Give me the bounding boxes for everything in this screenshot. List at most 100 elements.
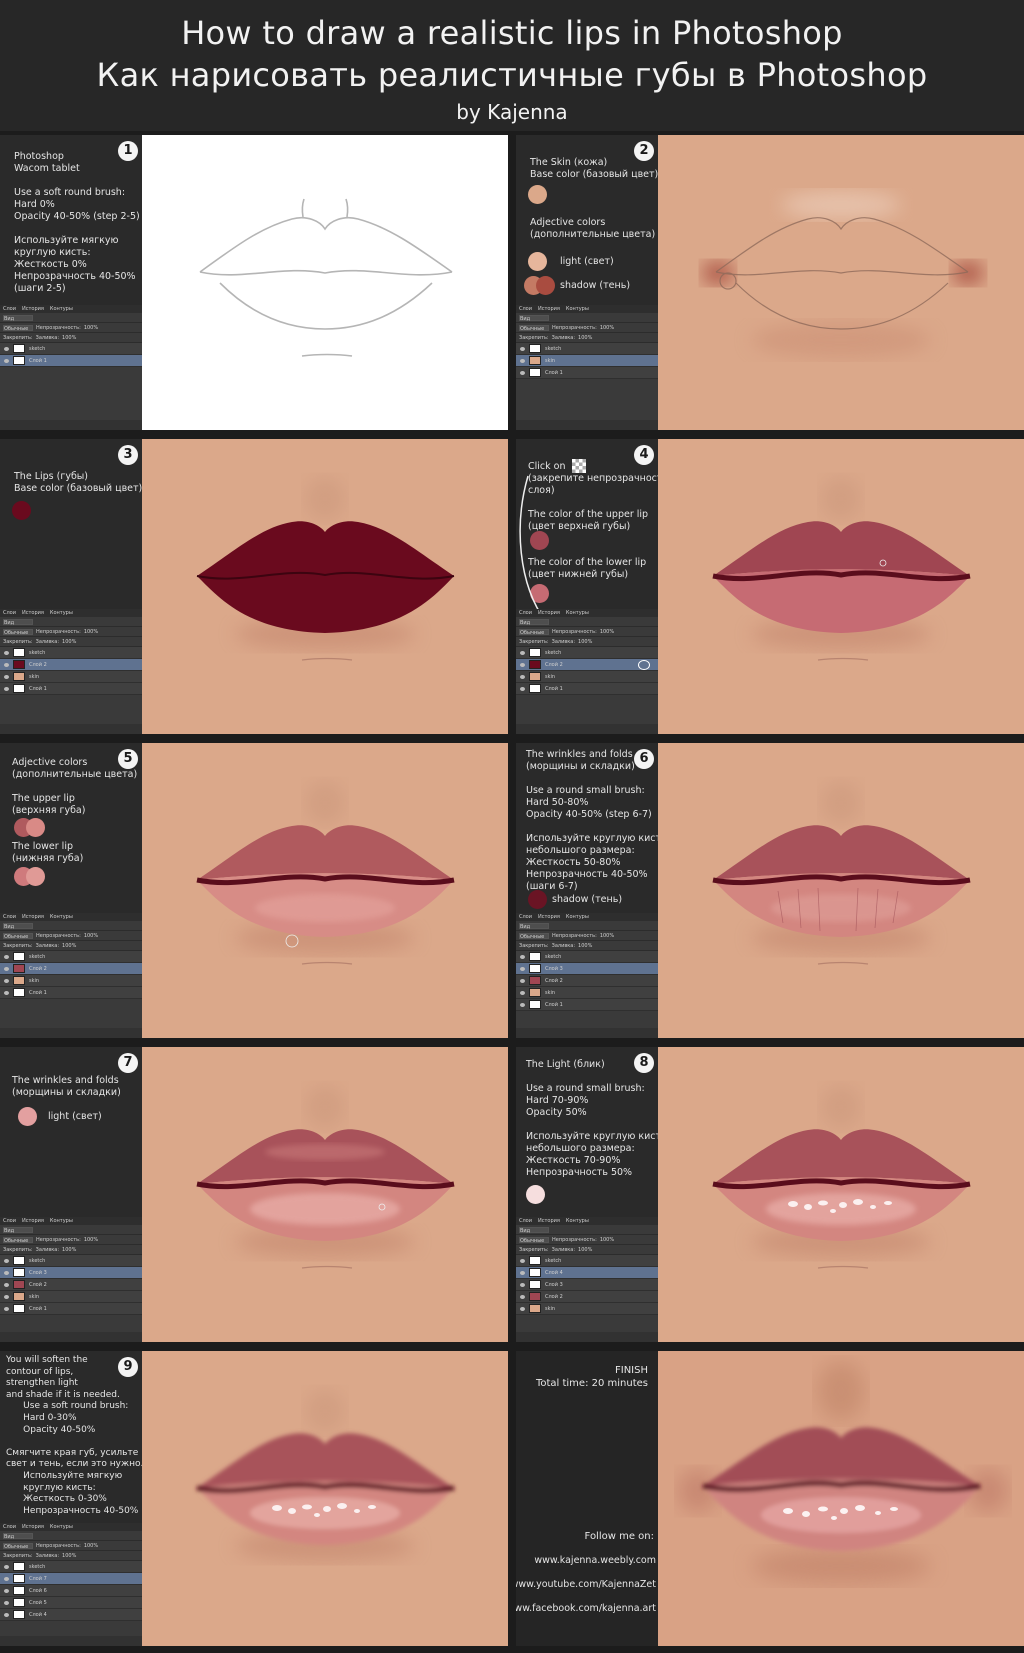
eye-icon[interactable] xyxy=(4,1282,9,1287)
panel-tab-paths[interactable]: Контуры xyxy=(50,1523,73,1531)
blend-mode-select[interactable]: Обычные xyxy=(519,324,549,332)
panel-tab-history[interactable]: История xyxy=(22,305,44,313)
opacity-value[interactable]: 100% xyxy=(600,933,614,939)
eye-icon[interactable] xyxy=(4,358,9,363)
layer-row[interactable]: sketch xyxy=(0,647,142,659)
fill-value[interactable]: 100% xyxy=(62,943,76,949)
eye-icon[interactable] xyxy=(520,1282,525,1287)
layer-row[interactable]: Слой 7 xyxy=(0,1573,142,1585)
layer-row[interactable]: Слой 3 xyxy=(516,963,658,975)
layer-row[interactable]: Слой 2 xyxy=(516,975,658,987)
eye-icon[interactable] xyxy=(4,1306,9,1311)
layer-row[interactable]: Слой 6 xyxy=(0,1585,142,1597)
layer-filter[interactable]: Вид xyxy=(3,618,33,626)
panel-tab-history[interactable]: История xyxy=(22,913,44,921)
panel-tab-history[interactable]: История xyxy=(538,913,560,921)
eye-icon[interactable] xyxy=(4,1588,9,1593)
fill-value[interactable]: 100% xyxy=(62,1247,76,1253)
panel-tab-layers[interactable]: Слои xyxy=(519,305,532,313)
eye-icon[interactable] xyxy=(4,346,9,351)
eye-icon[interactable] xyxy=(4,1564,9,1569)
layer-row[interactable]: Слой 2 xyxy=(0,659,142,671)
layer-row[interactable]: sketch xyxy=(0,1255,142,1267)
layer-row[interactable]: Слой 2 xyxy=(516,1291,658,1303)
eye-icon[interactable] xyxy=(4,990,9,995)
panel-tab-layers[interactable]: Слои xyxy=(519,913,532,921)
panel-tab-paths[interactable]: Контуры xyxy=(566,913,589,921)
blend-mode-select[interactable]: Обычные xyxy=(519,932,549,940)
panel-tab-layers[interactable]: Слои xyxy=(519,1217,532,1225)
layer-row[interactable]: Слой 1 xyxy=(516,999,658,1011)
layer-filter[interactable]: Вид xyxy=(3,314,33,322)
opacity-value[interactable]: 100% xyxy=(84,933,98,939)
blend-mode-select[interactable]: Обычные xyxy=(3,932,33,940)
panel-tab-paths[interactable]: Контуры xyxy=(566,305,589,313)
eye-icon[interactable] xyxy=(520,990,525,995)
layer-row[interactable]: Слой 1 xyxy=(516,683,658,695)
layer-row[interactable]: skin xyxy=(516,671,658,683)
panel-tab-layers[interactable]: Слои xyxy=(3,1523,16,1531)
panel-tab-layers[interactable]: Слои xyxy=(3,305,16,313)
layer-row[interactable]: Слой 1 xyxy=(0,355,142,367)
layer-filter[interactable]: Вид xyxy=(519,618,549,626)
layer-row[interactable]: sketch xyxy=(516,951,658,963)
eye-icon[interactable] xyxy=(520,1294,525,1299)
eye-icon[interactable] xyxy=(4,650,9,655)
panel-tab-history[interactable]: История xyxy=(22,609,44,617)
fill-value[interactable]: 100% xyxy=(578,1247,592,1253)
layer-filter[interactable]: Вид xyxy=(519,314,549,322)
layer-row[interactable]: Слой 1 xyxy=(0,1303,142,1315)
link-facebook[interactable]: www.facebook.com/kajenna.art xyxy=(516,1603,656,1614)
layer-row[interactable]: skin xyxy=(516,355,658,367)
layer-row[interactable]: skin xyxy=(0,1291,142,1303)
panel-tab-layers[interactable]: Слои xyxy=(519,609,532,617)
eye-icon[interactable] xyxy=(4,966,9,971)
layer-row[interactable]: Слой 4 xyxy=(516,1267,658,1279)
panel-tab-paths[interactable]: Контуры xyxy=(566,1217,589,1225)
eye-icon[interactable] xyxy=(520,686,525,691)
eye-icon[interactable] xyxy=(4,1258,9,1263)
opacity-value[interactable]: 100% xyxy=(600,1237,614,1243)
eye-icon[interactable] xyxy=(520,1258,525,1263)
eye-icon[interactable] xyxy=(4,978,9,983)
panel-tab-history[interactable]: История xyxy=(22,1217,44,1225)
fill-value[interactable]: 100% xyxy=(578,639,592,645)
layer-row[interactable]: sketch xyxy=(516,343,658,355)
eye-icon[interactable] xyxy=(520,978,525,983)
eye-icon[interactable] xyxy=(4,1294,9,1299)
opacity-value[interactable]: 100% xyxy=(600,629,614,635)
eye-icon[interactable] xyxy=(520,1002,525,1007)
panel-tab-layers[interactable]: Слои xyxy=(3,609,16,617)
eye-icon[interactable] xyxy=(4,1612,9,1617)
panel-tab-paths[interactable]: Контуры xyxy=(50,609,73,617)
layer-row[interactable]: sketch xyxy=(0,1561,142,1573)
layer-filter[interactable]: Вид xyxy=(519,1226,549,1234)
layer-filter[interactable]: Вид xyxy=(3,922,33,930)
eye-icon[interactable] xyxy=(4,1576,9,1581)
panel-tab-paths[interactable]: Контуры xyxy=(50,305,73,313)
layer-row[interactable]: skin xyxy=(0,671,142,683)
layer-row[interactable]: Слой 2 xyxy=(516,659,658,671)
eye-icon[interactable] xyxy=(4,1270,9,1275)
layer-row[interactable]: Слой 4 xyxy=(0,1609,142,1621)
panel-tab-paths[interactable]: Контуры xyxy=(566,609,589,617)
layer-row[interactable]: sketch xyxy=(516,1255,658,1267)
layer-row[interactable]: Слой 1 xyxy=(0,683,142,695)
link-youtube[interactable]: www.youtube.com/KajennaZet xyxy=(516,1579,656,1590)
blend-mode-select[interactable]: Обычные xyxy=(519,1236,549,1244)
layer-filter[interactable]: Вид xyxy=(519,922,549,930)
layer-row[interactable]: skin xyxy=(0,975,142,987)
eye-icon[interactable] xyxy=(520,662,525,667)
layer-row[interactable]: sketch xyxy=(516,647,658,659)
panel-tab-history[interactable]: История xyxy=(22,1523,44,1531)
eye-icon[interactable] xyxy=(520,370,525,375)
eye-icon[interactable] xyxy=(520,954,525,959)
eye-icon[interactable] xyxy=(520,1270,525,1275)
opacity-value[interactable]: 100% xyxy=(600,325,614,331)
blend-mode-select[interactable]: Обычные xyxy=(519,628,549,636)
blend-mode-select[interactable]: Обычные xyxy=(3,324,33,332)
blend-mode-select[interactable]: Обычные xyxy=(3,628,33,636)
opacity-value[interactable]: 100% xyxy=(84,1237,98,1243)
opacity-value[interactable]: 100% xyxy=(84,1543,98,1549)
fill-value[interactable]: 100% xyxy=(62,335,76,341)
